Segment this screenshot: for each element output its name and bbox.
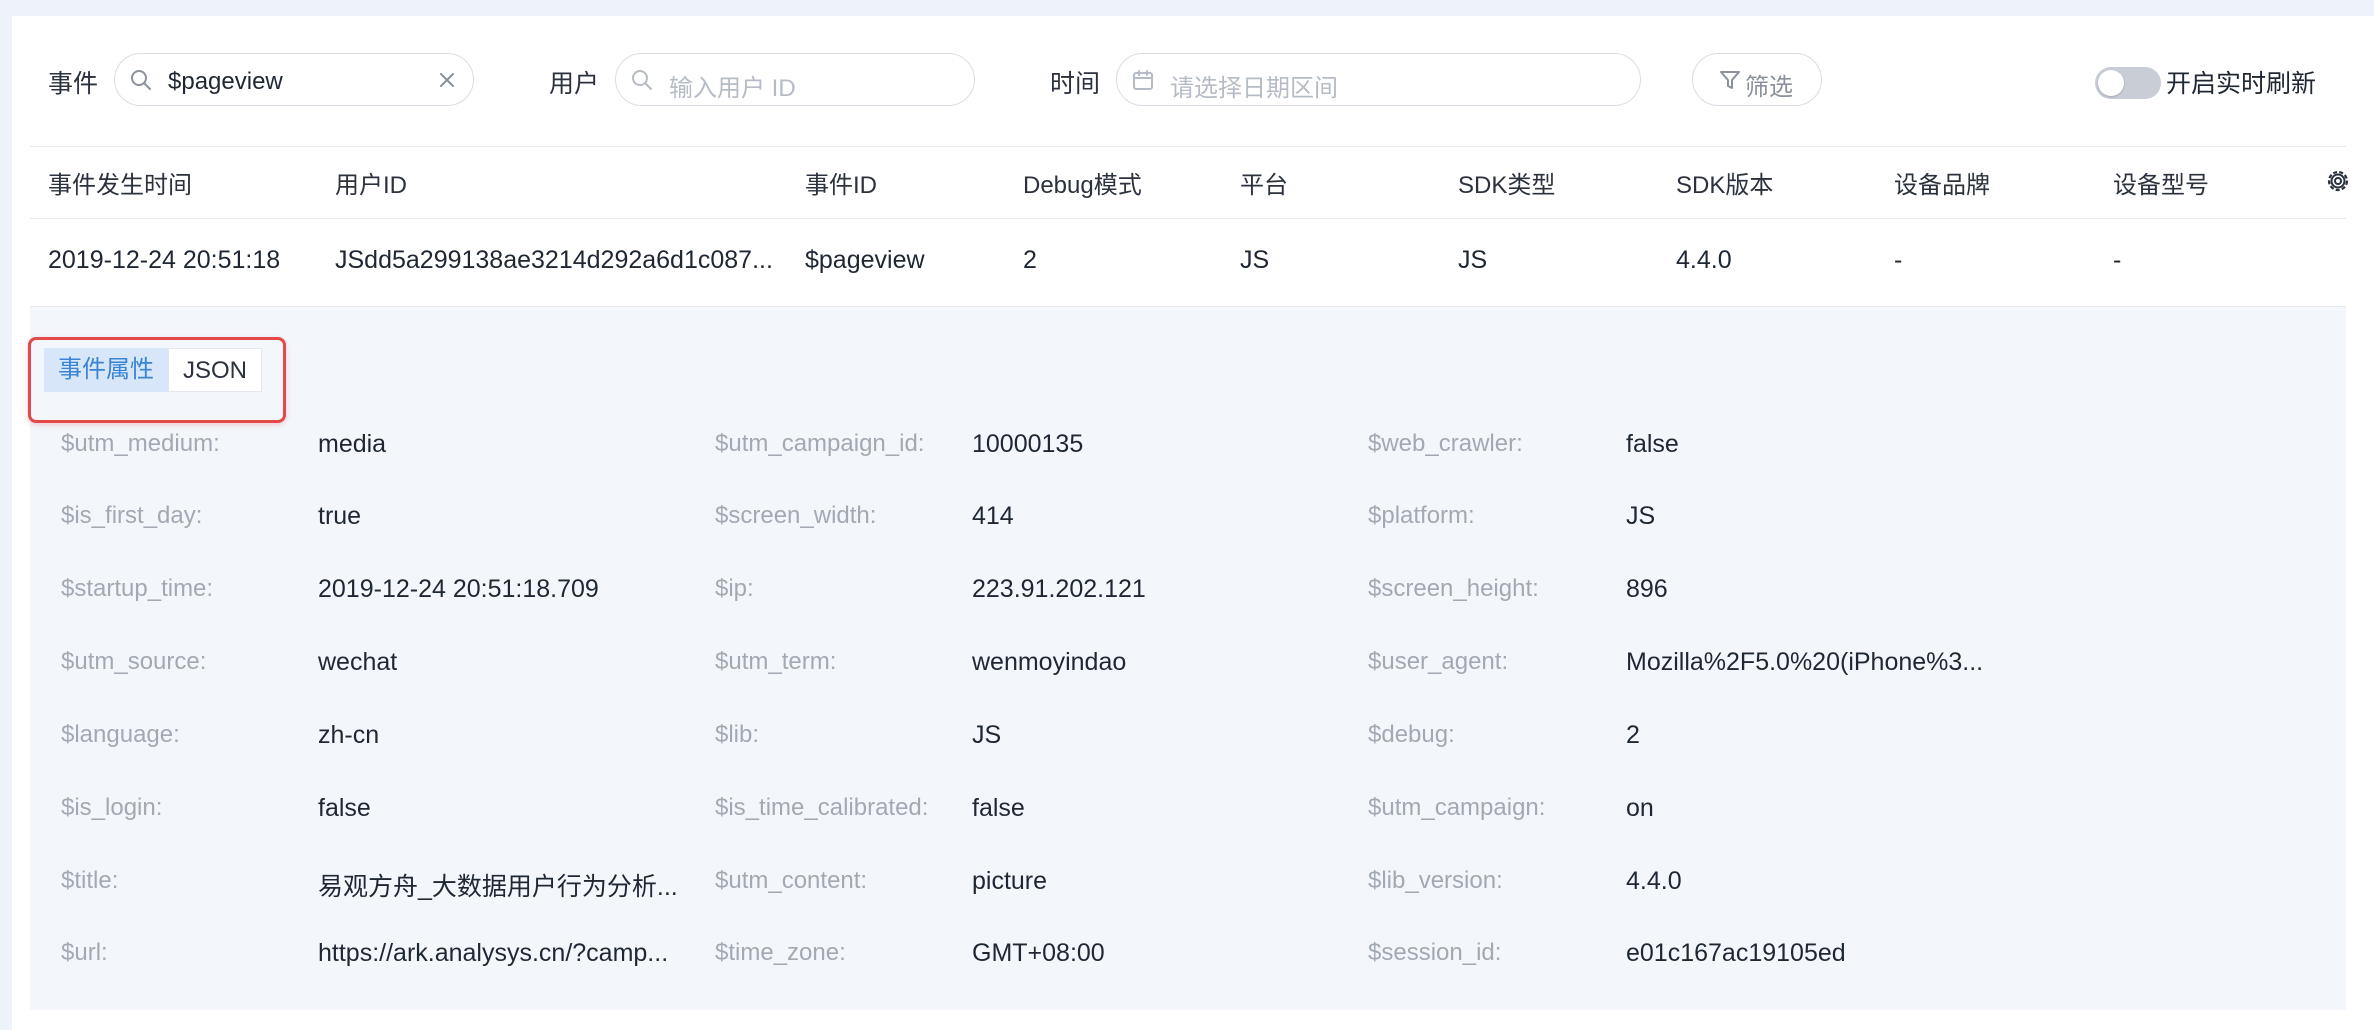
table-cell: $pageview bbox=[805, 246, 925, 274]
column-header[interactable]: 事件发生时间 bbox=[48, 165, 192, 200]
property-value: 2 bbox=[1626, 721, 1640, 749]
property-key: $url: bbox=[61, 939, 108, 966]
column-header[interactable]: SDK类型 bbox=[1458, 165, 1555, 200]
search-icon bbox=[632, 70, 652, 90]
table-header: 事件发生时间 用户ID 事件ID Debug模式 平台 SDK类型 SDK版本 … bbox=[30, 146, 2349, 219]
property-key: $utm_medium: bbox=[61, 430, 220, 457]
property-key: $session_id: bbox=[1368, 939, 1502, 966]
column-header[interactable]: 事件ID bbox=[805, 165, 877, 200]
property-value: 10000135 bbox=[972, 430, 1084, 458]
property-key: $utm_content: bbox=[715, 867, 868, 894]
property-value: zh-cn bbox=[318, 721, 380, 749]
table-cell: 4.4.0 bbox=[1676, 246, 1732, 274]
property-value: wenmoyindao bbox=[972, 648, 1127, 676]
property-value: JS bbox=[972, 721, 1002, 749]
realtime-refresh-toggle[interactable] bbox=[2095, 67, 2161, 99]
property-key: $lib: bbox=[715, 721, 760, 748]
user-filter-label: 用户 bbox=[549, 70, 600, 98]
property-key: $is_time_calibrated: bbox=[715, 794, 929, 821]
property-key: $utm_campaign_id: bbox=[715, 430, 925, 457]
filter-button[interactable]: 筛选 bbox=[1692, 53, 1822, 106]
property-key: $screen_height: bbox=[1368, 575, 1539, 602]
property-key: $user_agent: bbox=[1368, 648, 1509, 675]
property-key: $utm_source: bbox=[61, 648, 207, 675]
highlight-box bbox=[28, 337, 286, 423]
property-value: 易观方舟_大数据用户行为分析... bbox=[318, 873, 678, 901]
property-value: false bbox=[972, 794, 1025, 822]
property-value: true bbox=[318, 502, 362, 530]
property-key: $utm_campaign: bbox=[1368, 794, 1546, 821]
property-key: $platform: bbox=[1368, 502, 1475, 529]
property-value: 2019-12-24 20:51:18.709 bbox=[318, 575, 599, 603]
clear-icon[interactable] bbox=[435, 68, 459, 92]
table-cell: - bbox=[1894, 246, 1903, 274]
funnel-icon bbox=[1720, 71, 1740, 89]
property-key: $startup_time: bbox=[61, 575, 214, 602]
property-key: $is_login: bbox=[61, 794, 163, 821]
table-cell: JS bbox=[1458, 246, 1488, 274]
property-value: false bbox=[1626, 430, 1679, 458]
table-cell: 2019-12-24 20:51:18 bbox=[48, 246, 281, 274]
property-value: GMT+08:00 bbox=[972, 939, 1105, 967]
filter-toolbar: 事件 $pageview 用户 输入用户 ID 时间 请选择日期区间 筛选 开启… bbox=[12, 16, 2374, 146]
property-value: 414 bbox=[972, 502, 1014, 530]
expanded-row-detail: 事件属性 JSON $utm_medium: media $utm_campai… bbox=[28, 307, 2346, 1010]
table-row[interactable]: 2019-12-24 20:51:18 JSdd5a299138ae3214d2… bbox=[30, 218, 2346, 307]
toggle-knob bbox=[2098, 70, 2124, 96]
user-id-input[interactable]: 输入用户 ID bbox=[615, 53, 975, 106]
property-key: $title: bbox=[61, 867, 119, 894]
property-value: e01c167ac19105ed bbox=[1626, 939, 1846, 967]
event-search-value[interactable]: $pageview bbox=[168, 68, 283, 96]
search-icon bbox=[131, 70, 151, 90]
property-key: $ip: bbox=[715, 575, 754, 602]
table-cell: 2 bbox=[1023, 246, 1037, 274]
property-key: $screen_width: bbox=[715, 502, 877, 529]
event-filter-label: 事件 bbox=[48, 70, 99, 98]
gear-icon[interactable] bbox=[2324, 167, 2352, 195]
event-detail-panel: 事件 $pageview 用户 输入用户 ID 时间 请选择日期区间 筛选 开启… bbox=[12, 16, 2374, 1030]
user-id-placeholder: 输入用户 ID bbox=[669, 75, 796, 102]
date-range-placeholder: 请选择日期区间 bbox=[1170, 75, 1338, 102]
property-value: on bbox=[1626, 794, 1654, 822]
table-cell: JSdd5a299138ae3214d292a6d1c087... bbox=[335, 246, 773, 274]
column-header[interactable]: 平台 bbox=[1240, 165, 1288, 200]
date-range-picker[interactable]: 请选择日期区间 bbox=[1116, 53, 1641, 106]
realtime-refresh-label: 开启实时刷新 bbox=[2166, 70, 2317, 98]
property-key: $web_crawler: bbox=[1368, 430, 1523, 457]
property-value: 223.91.202.121 bbox=[972, 575, 1146, 603]
property-value: false bbox=[318, 794, 371, 822]
property-value: wechat bbox=[318, 648, 398, 676]
column-header[interactable]: 用户ID bbox=[335, 165, 407, 200]
filter-button-label: 筛选 bbox=[1745, 74, 1793, 101]
property-key: $is_first_day: bbox=[61, 502, 203, 529]
property-key: $utm_term: bbox=[715, 648, 837, 675]
property-key: $language: bbox=[61, 721, 180, 748]
calendar-icon bbox=[1133, 70, 1153, 90]
property-value: 4.4.0 bbox=[1626, 867, 1682, 895]
event-search-field[interactable]: $pageview bbox=[114, 53, 474, 106]
property-value: https://ark.analysys.cn/?camp... bbox=[318, 939, 669, 967]
property-value: picture bbox=[972, 867, 1048, 895]
property-value: 896 bbox=[1626, 575, 1668, 603]
column-header[interactable]: Debug模式 bbox=[1023, 165, 1142, 200]
property-key: $lib_version: bbox=[1368, 867, 1503, 894]
table-cell: - bbox=[2113, 246, 2122, 274]
column-header[interactable]: SDK版本 bbox=[1676, 165, 1773, 200]
property-key: $time_zone: bbox=[715, 939, 846, 966]
property-value: Mozilla%2F5.0%20(iPhone%3... bbox=[1626, 648, 1984, 676]
time-filter-label: 时间 bbox=[1050, 70, 1101, 98]
property-value: media bbox=[318, 430, 387, 458]
column-header[interactable]: 设备品牌 bbox=[1894, 165, 1990, 200]
column-header[interactable]: 设备型号 bbox=[2113, 165, 2209, 200]
table-cell: JS bbox=[1240, 246, 1270, 274]
property-key: $debug: bbox=[1368, 721, 1455, 748]
property-value: JS bbox=[1626, 502, 1656, 530]
